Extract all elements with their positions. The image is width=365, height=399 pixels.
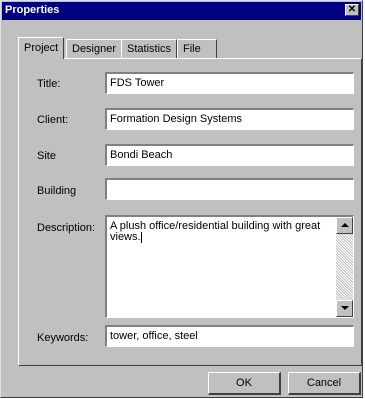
text-caret — [140, 232, 142, 243]
description-label: Description: — [37, 222, 96, 234]
title-label: Title: — [37, 78, 61, 90]
description-scrollbar[interactable] — [336, 217, 353, 317]
title-field[interactable]: FDS Tower — [105, 72, 354, 94]
client-label: Client: — [37, 114, 69, 126]
ok-button[interactable]: OK — [208, 372, 281, 395]
properties-dialog: Properties ✕ Project Designer Statistics… — [0, 0, 363, 398]
scroll-up-button[interactable] — [336, 217, 353, 234]
project-panel: Title: FDS Tower Client: Formation Desig… — [18, 58, 362, 366]
tab-designer[interactable]: Designer — [66, 39, 123, 58]
chevron-up-icon — [341, 223, 349, 227]
site-label: Site — [37, 150, 56, 162]
building-label: Building — [37, 185, 77, 197]
close-icon: ✕ — [347, 4, 357, 15]
chevron-down-icon — [341, 306, 349, 310]
keywords-label: Keywords: — [37, 332, 89, 344]
window-title: Properties — [5, 4, 60, 16]
keywords-field[interactable]: tower, office, steel — [105, 325, 354, 347]
title-bar[interactable]: Properties ✕ — [2, 2, 361, 20]
site-field[interactable]: Bondi Beach — [105, 144, 354, 166]
tab-statistics[interactable]: Statistics — [121, 39, 178, 58]
client-field[interactable]: Formation Design Systems — [105, 108, 354, 130]
cancel-button[interactable]: Cancel — [288, 372, 361, 395]
building-field[interactable] — [105, 178, 354, 200]
scroll-down-button[interactable] — [336, 300, 353, 317]
tab-file[interactable]: File — [177, 39, 217, 58]
tab-project[interactable]: Project — [18, 37, 65, 59]
close-button[interactable]: ✕ — [345, 4, 359, 16]
description-textarea[interactable]: A plush office/residential building with… — [105, 215, 354, 318]
